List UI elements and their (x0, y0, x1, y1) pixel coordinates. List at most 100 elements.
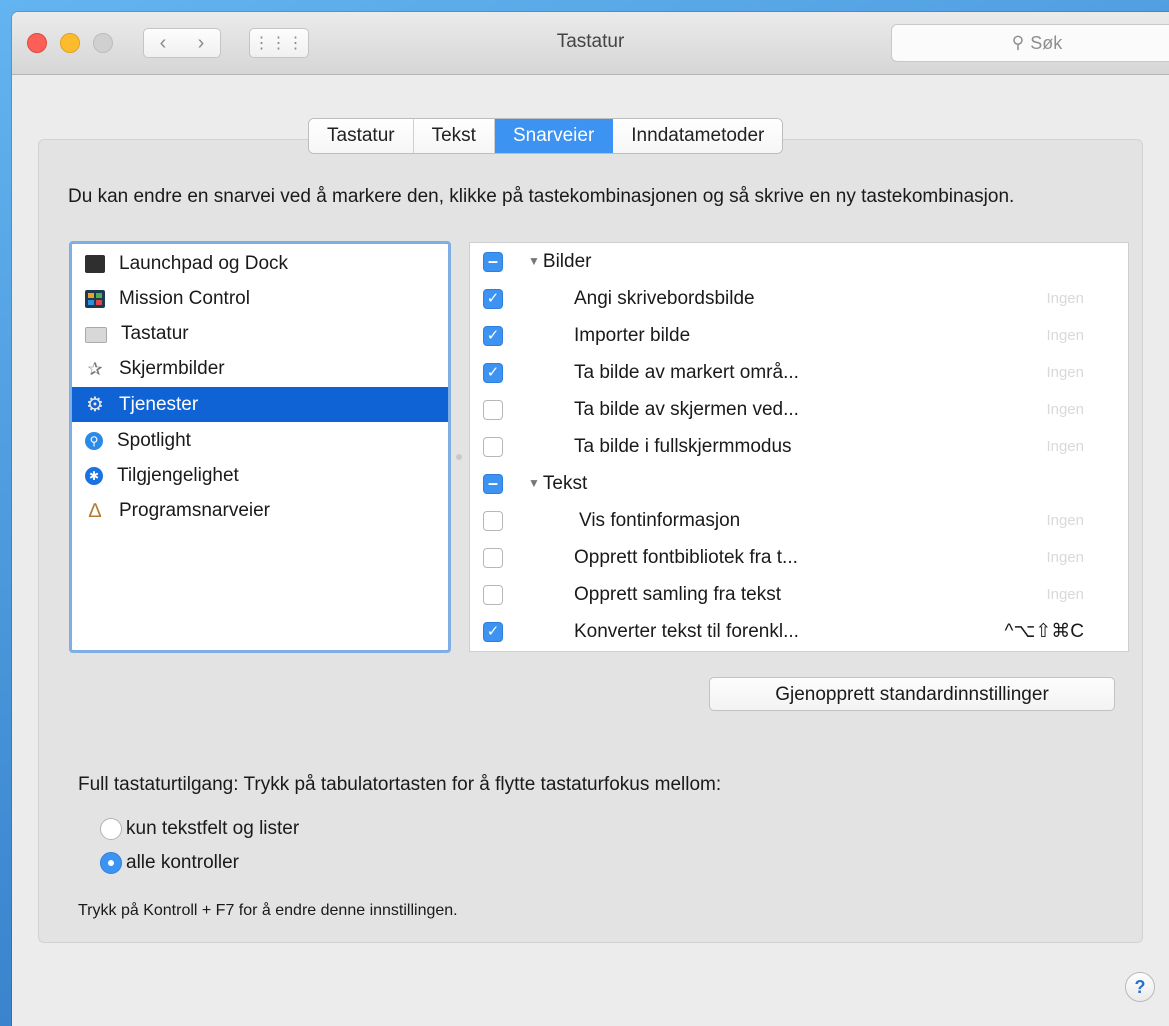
category-label: Mission Control (119, 287, 250, 309)
tab-bar: Tastatur Tekst Snarveier Inndatametoder (308, 118, 784, 154)
accessibility-icon: ✱ (85, 466, 103, 485)
category-list[interactable]: Launchpad og Dock Mission Control Tastat… (69, 241, 451, 653)
shortcut-checkbox[interactable] (483, 436, 503, 457)
full-keyboard-access-label: Full tastaturtilgang: Trykk på tabulator… (78, 774, 722, 795)
shortcut-key[interactable]: Ingen (1046, 290, 1084, 307)
group-label-tekst: ▼ Tekst (528, 473, 587, 495)
category-mission-control[interactable]: Mission Control (72, 281, 448, 316)
tab-snarveier[interactable]: Snarveier (494, 119, 614, 153)
shortcut-checkbox[interactable]: ✓ (483, 288, 503, 309)
shortcut-label: Ta bilde i fullskjermmodus (574, 435, 792, 457)
help-button[interactable]: ? (1125, 972, 1155, 1002)
radio-button[interactable] (100, 818, 122, 840)
shortcut-label: Angi skrivebordsbilde (574, 287, 755, 309)
keyboard-icon (85, 326, 107, 343)
category-programsnarveier[interactable]: ∆ Programsnarveier (72, 493, 448, 528)
shortcut-checkbox[interactable]: ✓ (483, 325, 503, 346)
shortcut-key[interactable]: Ingen (1046, 438, 1084, 455)
shortcut-row[interactable]: Opprett fontbibliotek fra t... Ingen (470, 539, 1128, 576)
intro-text: Du kan endre en snarvei ved å markere de… (68, 186, 1015, 207)
category-tjenester[interactable]: ⚙ Tjenester (72, 387, 448, 422)
shortcut-row[interactable]: ✓ Ta bilde av markert områ... Ingen (470, 354, 1128, 391)
search-field[interactable]: ⚲ Søk (891, 24, 1169, 62)
shortcut-label: Vis fontinformasjon (579, 509, 741, 531)
shortcut-key[interactable]: ^⌥⇧⌘C (1005, 620, 1084, 643)
shortcut-checkbox[interactable] (483, 547, 503, 568)
hint-text: Trykk på Kontroll + F7 for å endre denne… (78, 902, 458, 919)
tab-tastatur[interactable]: Tastatur (309, 119, 414, 153)
shortcut-row[interactable]: Opprett samling fra tekst Ingen (470, 576, 1128, 613)
back-button[interactable]: ‹ (143, 28, 183, 58)
category-label: Tastatur (121, 322, 189, 344)
split-view-handle[interactable] (456, 454, 462, 460)
shortcut-checkbox[interactable]: ✓ (483, 362, 503, 383)
shortcut-key[interactable]: Ingen (1046, 401, 1084, 418)
search-placeholder: Søk (1030, 32, 1063, 53)
tab-inndatametoder[interactable]: Inndatametoder (613, 119, 783, 153)
tab-tekst[interactable]: Tekst (413, 119, 495, 153)
shortcut-row[interactable]: ✓ Konverter tekst til forenkl... ^⌥⇧⌘C (470, 613, 1128, 650)
group-checkbox-tekst[interactable]: – (483, 473, 503, 494)
shortcut-label: Opprett fontbibliotek fra t... (574, 546, 798, 568)
shortcut-key[interactable]: Ingen (1046, 364, 1084, 381)
mission-control-icon (85, 289, 105, 308)
shortcut-key[interactable]: Ingen (1046, 327, 1084, 344)
shortcut-label: Konverter tekst til forenkl... (574, 620, 799, 642)
app-shortcuts-icon: ∆ (88, 499, 102, 522)
shortcut-list[interactable]: – ▼ Bilder ✓ Angi skrivebordsbilde Ingen … (469, 242, 1129, 652)
restore-defaults-button[interactable]: Gjenopprett standardinnstillinger (709, 677, 1115, 711)
shortcut-row[interactable]: Ta bilde i fullskjermmodus Ingen (470, 428, 1128, 465)
shortcut-label: Ta bilde av skjermen ved... (574, 398, 799, 420)
grid-icon: ⋮⋮⋮ (253, 35, 305, 52)
radio-label: alle kontroller (126, 852, 239, 873)
title-bar: Tastatur ‹ › ⋮⋮⋮ ⚲ Søk (12, 12, 1169, 75)
group-label-bilder: ▼ Bilder (528, 251, 591, 273)
radio-option-text-fields[interactable]: kun tekstfelt og lister (100, 816, 299, 842)
shortcut-row[interactable]: Ta bilde av skjermen ved... Ingen (470, 391, 1128, 428)
chevron-right-icon: › (197, 31, 205, 54)
services-gear-icon: ⚙ (86, 393, 104, 416)
category-tilgjengelighet[interactable]: ✱ Tilgjengelighet (72, 458, 448, 493)
category-launchpad-og-dock[interactable]: Launchpad og Dock (72, 246, 448, 281)
forward-button[interactable]: › (182, 28, 221, 58)
category-tastatur[interactable]: Tastatur (72, 316, 448, 351)
shortcut-checkbox[interactable] (483, 584, 503, 605)
radio-button[interactable] (100, 852, 122, 874)
category-label: Spotlight (117, 429, 191, 451)
shortcut-key[interactable]: Ingen (1046, 586, 1084, 603)
category-skjermbilder[interactable]: ✰ Skjermbilder (72, 351, 448, 386)
chevron-left-icon: ‹ (159, 31, 167, 54)
disclosure-triangle-icon[interactable]: ▼ (528, 476, 540, 490)
category-label: Tjenester (119, 393, 199, 415)
shortcut-row[interactable]: Vis fontinformasjon Ingen (470, 502, 1128, 539)
category-label: Tilgjengelighet (117, 464, 239, 486)
preferences-window: Tastatur ‹ › ⋮⋮⋮ ⚲ Søk Tastatur Tekst Sn… (12, 12, 1169, 1026)
show-all-button[interactable]: ⋮⋮⋮ (249, 28, 309, 58)
disclosure-triangle-icon[interactable]: ▼ (528, 254, 540, 268)
search-icon: ⚲ (1011, 33, 1025, 52)
group-row-tekst[interactable]: – ▼ Tekst (470, 465, 1128, 502)
shortcut-key[interactable]: Ingen (1046, 549, 1084, 566)
group-title: Tekst (542, 472, 588, 494)
shortcut-checkbox[interactable] (483, 399, 503, 420)
category-label: Launchpad og Dock (119, 252, 289, 274)
shortcut-label: Ta bilde av markert områ... (574, 361, 799, 383)
shortcut-label: Importer bilde (574, 324, 691, 346)
group-title: Bilder (542, 250, 592, 272)
radio-option-all-controls[interactable]: alle kontroller (100, 850, 239, 876)
shortcut-row[interactable]: ✓ Angi skrivebordsbilde Ingen (470, 280, 1128, 317)
group-checkbox-bilder[interactable]: – (483, 251, 503, 272)
shortcut-checkbox[interactable] (483, 510, 503, 531)
shortcut-label: Opprett samling fra tekst (574, 583, 781, 605)
category-label: Skjermbilder (119, 357, 225, 379)
radio-label: kun tekstfelt og lister (126, 818, 300, 839)
spotlight-icon: ⚲ (85, 431, 103, 450)
shortcut-row[interactable]: ✓ Importer bilde Ingen (470, 317, 1128, 354)
group-row-bilder[interactable]: – ▼ Bilder (470, 243, 1128, 280)
category-spotlight[interactable]: ⚲ Spotlight (72, 423, 448, 458)
category-label: Programsnarveier (119, 499, 270, 521)
shortcut-key[interactable]: Ingen (1046, 512, 1084, 529)
screenshot-icon: ✰ (87, 358, 103, 379)
launchpad-icon (85, 254, 105, 273)
shortcut-checkbox[interactable]: ✓ (483, 621, 503, 642)
